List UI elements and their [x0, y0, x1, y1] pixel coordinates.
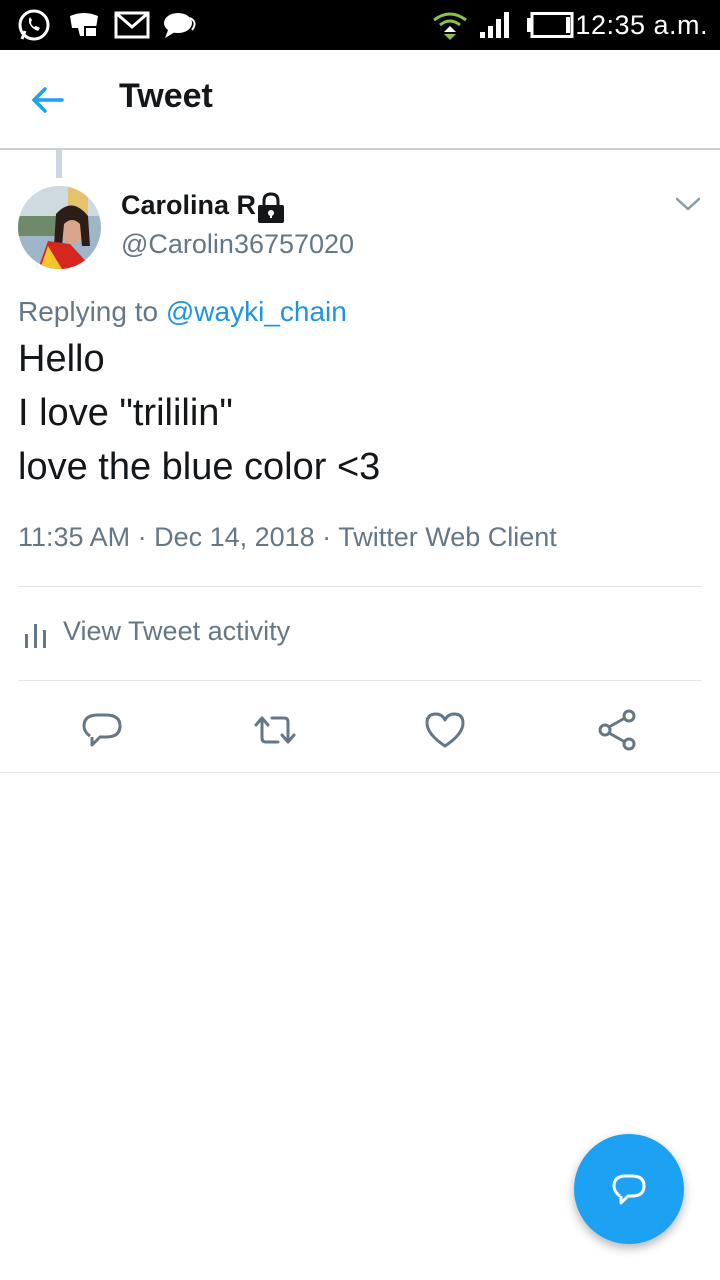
activity-label: View Tweet activity [63, 616, 291, 646]
status-bar: 12:35 a.m. [0, 0, 720, 50]
page-title: Tweet [119, 77, 213, 115]
author-name[interactable]: Carolina R [121, 190, 256, 221]
tweet-text: Hello I love "trililin" love the blue co… [18, 332, 380, 494]
reply-prefix: Replying to [18, 296, 159, 327]
reply-icon[interactable] [78, 706, 126, 754]
replying-to: Replying to @wayki_chain [18, 296, 347, 328]
chevron-down-icon[interactable] [674, 194, 702, 214]
game-icon [70, 13, 98, 38]
header: Tweet [0, 50, 720, 150]
tweet-meta: 11:35 AM · Dec 14, 2018 · Twitter Web Cl… [18, 522, 557, 552]
reply-mention-link[interactable]: @wayki_chain [166, 296, 347, 327]
author-handle[interactable]: @Carolin36757020 [121, 229, 354, 260]
battery-icon [527, 12, 574, 38]
avatar[interactable] [18, 186, 101, 269]
share-icon[interactable] [593, 706, 641, 754]
wifi-icon [433, 12, 467, 40]
tweet-line: I love "trililin" [18, 392, 233, 434]
like-icon[interactable] [421, 706, 469, 754]
retweet-icon[interactable] [251, 706, 299, 754]
compose-reply-button[interactable] [574, 1134, 684, 1244]
divider [18, 586, 702, 587]
whatsapp-icon [18, 9, 50, 41]
tweet-line: Hello [18, 338, 105, 380]
status-time: 12:35 a.m. [575, 10, 708, 40]
tweet-line: love the blue color <3 [18, 446, 381, 488]
tweet-actions [0, 700, 720, 758]
chat-icon [164, 13, 196, 38]
lock-icon [258, 192, 284, 223]
thread-line [56, 150, 62, 178]
reply-bubble-icon [612, 1174, 646, 1205]
analytics-icon [25, 624, 46, 648]
divider [0, 772, 720, 773]
arrow-left-icon[interactable] [28, 80, 68, 120]
gmail-icon [114, 11, 150, 39]
divider [18, 680, 702, 681]
signal-icon [480, 12, 509, 38]
